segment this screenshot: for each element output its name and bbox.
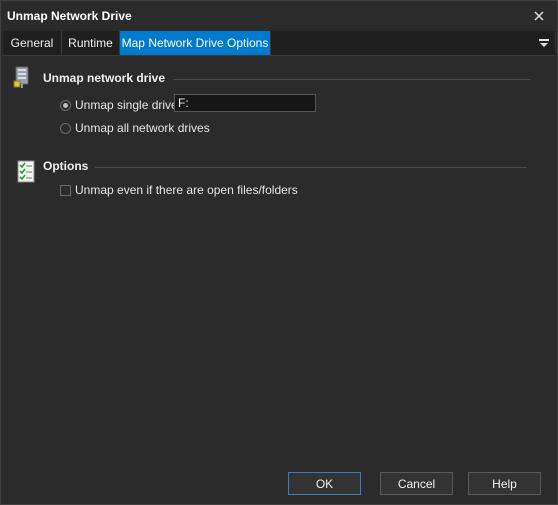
- close-button[interactable]: [527, 5, 551, 27]
- section-title-unmap-network-drive: Unmap network drive: [43, 71, 166, 85]
- tab-overflow-menu-button[interactable]: [537, 36, 551, 50]
- drive-letter-input[interactable]: [174, 94, 316, 112]
- radio-unmap-all-drives[interactable]: [60, 123, 71, 134]
- dialog-footer: OK Cancel Help: [1, 461, 557, 504]
- tab-general[interactable]: General: [3, 31, 62, 55]
- window-title: Unmap Network Drive: [7, 9, 132, 23]
- title-bar: Unmap Network Drive: [1, 1, 557, 31]
- checklist-icon: [15, 160, 37, 184]
- help-button[interactable]: Help: [468, 472, 541, 495]
- close-icon: [534, 11, 544, 21]
- section-divider: [95, 167, 527, 168]
- network-drive-icon: [11, 65, 33, 89]
- ok-button[interactable]: OK: [288, 472, 361, 495]
- checkbox-unmap-open-files[interactable]: [60, 185, 71, 196]
- section-title-options: Options: [43, 159, 89, 173]
- section-divider: [173, 79, 531, 80]
- cancel-button[interactable]: Cancel: [380, 472, 453, 495]
- tab-bar: General Runtime Map Network Drive Option…: [3, 31, 555, 56]
- dropdown-arrow-icon: [539, 39, 549, 47]
- tab-runtime[interactable]: Runtime: [62, 31, 120, 55]
- radio-label-unmap-all-drives: Unmap all network drives: [75, 121, 210, 135]
- checkbox-label-unmap-open-files: Unmap even if there are open files/folde…: [75, 183, 298, 197]
- options-panel: Unmap network drive Unmap single drive U…: [3, 56, 555, 456]
- tab-map-network-drive-options[interactable]: Map Network Drive Options: [120, 31, 271, 55]
- radio-label-unmap-single-drive: Unmap single drive: [75, 98, 178, 112]
- dialog-window: Unmap Network Drive General Runtime Map …: [0, 0, 558, 505]
- radio-unmap-single-drive[interactable]: [60, 100, 71, 111]
